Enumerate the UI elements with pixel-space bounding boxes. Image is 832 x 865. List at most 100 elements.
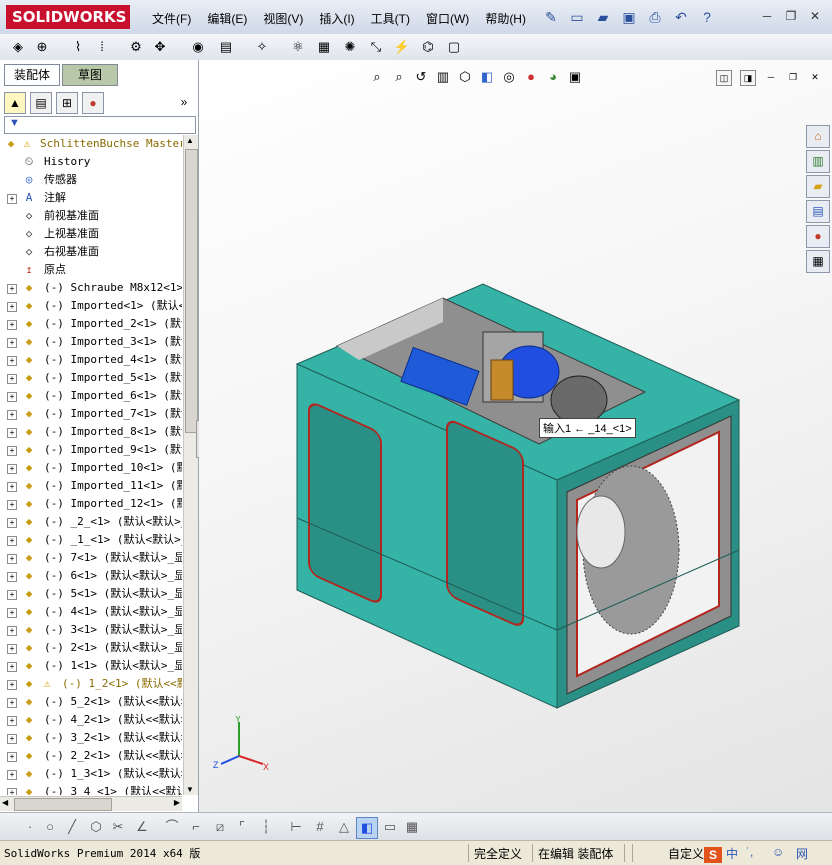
angle-icon[interactable]: ∠ bbox=[132, 817, 152, 837]
component-pattern-icon[interactable]: ⁞ bbox=[92, 37, 112, 57]
tree-item[interactable]: + ◆ (-) 3<1> (默认<默认>_显 bbox=[0, 621, 182, 639]
configurationmanager-tab-icon[interactable]: ⊞ bbox=[56, 92, 78, 114]
menu-edit[interactable]: 编辑(E) bbox=[199, 9, 255, 29]
relation-icon[interactable]: △ bbox=[334, 817, 354, 837]
menu-tools[interactable]: 工具(T) bbox=[363, 9, 418, 29]
tree-item[interactable]: ⏲ History bbox=[0, 153, 182, 171]
ime-icon[interactable]: S bbox=[704, 847, 722, 863]
tab-sketch[interactable]: 草图 bbox=[62, 64, 118, 86]
menu-view[interactable]: 视图(V) bbox=[255, 9, 311, 29]
ime-web-icon[interactable]: 网 bbox=[796, 845, 808, 862]
tree-item[interactable]: + ◆ (-) 3_2<1> (默认<<默认> bbox=[0, 729, 182, 747]
tree-item[interactable]: + ◆ (-) Schraube M8x12<1> ( bbox=[0, 279, 182, 297]
pin-icon[interactable]: ✎ bbox=[540, 8, 562, 26]
expand-toggle-icon[interactable]: + bbox=[7, 500, 17, 510]
expand-panel-icon[interactable]: » bbox=[174, 92, 194, 112]
fillet-icon[interactable]: ⌒ bbox=[162, 817, 182, 837]
tree-item[interactable]: + ◆ (-) Imported_2<1> (默认 bbox=[0, 315, 182, 333]
tree-item[interactable]: + ◆ (-) Imported<1> (默认<< bbox=[0, 297, 182, 315]
expand-toggle-icon[interactable]: + bbox=[7, 698, 17, 708]
tree-item[interactable]: + ◆ (-) 6<1> (默认<默认>_显 bbox=[0, 567, 182, 585]
tree-item[interactable]: + ◆ (-) 2_2<1> (默认<<默认> bbox=[0, 747, 182, 765]
tree-item[interactable]: + ◆ (-) _2_<1> (默认<默认>_ bbox=[0, 513, 182, 531]
expand-toggle-icon[interactable]: + bbox=[7, 320, 17, 330]
expand-toggle-icon[interactable]: + bbox=[7, 428, 17, 438]
expand-toggle-icon[interactable]: + bbox=[7, 482, 17, 492]
expand-toggle-icon[interactable]: + bbox=[7, 410, 17, 420]
mate-callout[interactable]: 输入1 ← _14_<1> bbox=[539, 418, 636, 438]
tree-item[interactable]: + ◆ (-) Imported_3<1> (默认 bbox=[0, 333, 182, 351]
bill-of-materials-icon[interactable]: ▦ bbox=[314, 37, 334, 57]
undo-icon[interactable]: ↶ bbox=[670, 8, 692, 26]
expand-toggle-icon[interactable]: + bbox=[7, 608, 17, 618]
scroll-thumb[interactable] bbox=[185, 149, 198, 433]
centerline-icon[interactable]: ┆ bbox=[256, 817, 276, 837]
chamfer-icon[interactable]: ⌐ bbox=[186, 817, 206, 837]
circle-icon[interactable]: ○ bbox=[40, 817, 60, 837]
units-status[interactable]: 自定义 bbox=[668, 845, 704, 862]
ime-emoji-icon[interactable]: ☺ bbox=[772, 845, 784, 859]
tree-item[interactable]: ◎ 传感器 bbox=[0, 171, 182, 189]
hscroll-thumb[interactable] bbox=[14, 798, 112, 811]
expand-toggle-icon[interactable]: + bbox=[7, 752, 17, 762]
scroll-right-icon[interactable]: ▶ bbox=[174, 798, 180, 807]
explode-line-sketch-icon[interactable]: ⤡ bbox=[366, 37, 386, 57]
tree-item[interactable]: + ◆ (-) Imported_8<1> (默认 bbox=[0, 423, 182, 441]
restore-icon[interactable]: ❐ bbox=[782, 8, 800, 24]
edit-component-icon[interactable]: ◈ bbox=[8, 37, 28, 57]
tree-item[interactable]: + ◆ (-) 5_2<1> (默认<<默认> bbox=[0, 693, 182, 711]
tree-item[interactable]: + ◆ (-) 2<1> (默认<默认>_显 bbox=[0, 639, 182, 657]
tree-item[interactable]: + ◆ (-) _1_<1> (默认<默认>_ bbox=[0, 531, 182, 549]
solidworks-logo[interactable]: SOLIDWORKS bbox=[6, 5, 130, 29]
expand-toggle-icon[interactable]: + bbox=[7, 554, 17, 564]
new-document-icon[interactable]: ▭ bbox=[566, 8, 588, 26]
offset-icon[interactable]: ⧄ bbox=[210, 817, 230, 837]
tree-vertical-scrollbar[interactable]: ▲ ▼ bbox=[183, 135, 198, 795]
new-motion-study-icon[interactable]: ⚛ bbox=[288, 37, 308, 57]
tree-item[interactable]: + ◆ (-) 7<1> (默认<默认>_显 bbox=[0, 549, 182, 567]
expand-toggle-icon[interactable]: + bbox=[7, 788, 17, 795]
tree-item[interactable]: + ◆ ⚠ (-) 1_2<1> (默认<<默 bbox=[0, 675, 182, 693]
expand-toggle-icon[interactable]: + bbox=[7, 662, 17, 672]
tree-item[interactable]: + ◆ (-) Imported_9<1> (默认 bbox=[0, 441, 182, 459]
expand-toggle-icon[interactable]: + bbox=[7, 590, 17, 600]
line-icon[interactable]: ╱ bbox=[62, 817, 82, 837]
expand-toggle-icon[interactable]: + bbox=[7, 716, 17, 726]
menu-window[interactable]: 窗口(W) bbox=[418, 9, 477, 29]
tree-item[interactable]: + ◆ (-) 5<1> (默认<默认>_显 bbox=[0, 585, 182, 603]
expand-toggle-icon[interactable]: + bbox=[7, 356, 17, 366]
exploded-view-icon[interactable]: ✺ bbox=[340, 37, 360, 57]
ime-mode-icon[interactable]: 中 bbox=[726, 845, 738, 862]
insert-component-icon[interactable]: ⊕ bbox=[32, 37, 52, 57]
trim-icon[interactable]: ✂ bbox=[108, 817, 128, 837]
tree-item[interactable]: + ◆ (-) Imported_12<1> (默认 bbox=[0, 495, 182, 513]
interference-detection-icon[interactable]: ⚡ bbox=[392, 37, 412, 57]
tab-assembly[interactable]: 装配体 bbox=[4, 64, 60, 86]
expand-toggle-icon[interactable]: + bbox=[7, 194, 17, 204]
dimension-icon[interactable]: ⊢ bbox=[286, 817, 306, 837]
mate-icon[interactable]: ⌇ bbox=[68, 37, 88, 57]
graphics-area[interactable]: ⌕ ⌕ ↺ ▥ ⬡ ◧ ◎ ● ◕ ▣ ◫ ◨ ─ ❐ ✕ ⌂ ▥ ▰ ▤ ● … bbox=[199, 60, 832, 812]
open-folder-icon[interactable]: ▰ bbox=[592, 8, 614, 26]
displaymanager-tab-icon[interactable]: ● bbox=[82, 92, 104, 114]
expand-toggle-icon[interactable]: + bbox=[7, 392, 17, 402]
table-icon[interactable]: ▦ bbox=[402, 817, 422, 837]
expand-toggle-icon[interactable]: + bbox=[7, 770, 17, 780]
expand-toggle-icon[interactable]: + bbox=[7, 464, 17, 474]
expand-toggle-icon[interactable]: + bbox=[7, 626, 17, 636]
tree-item[interactable]: + ◆ (-) Imported_7<1> (默认 bbox=[0, 405, 182, 423]
tree-item[interactable]: + ◆ (-) 3_4_<1> (默认<<默认 bbox=[0, 783, 182, 795]
close-icon[interactable]: ✕ bbox=[806, 8, 824, 24]
expand-toggle-icon[interactable]: + bbox=[7, 518, 17, 528]
construction-icon[interactable]: ⌜ bbox=[232, 817, 252, 837]
3d-box-icon[interactable]: ◧ bbox=[356, 817, 378, 839]
layout-icon[interactable]: ▭ bbox=[380, 817, 400, 837]
save-icon[interactable]: ▣ bbox=[618, 8, 640, 26]
help-icon[interactable]: ? bbox=[696, 8, 718, 26]
expand-toggle-icon[interactable]: + bbox=[7, 734, 17, 744]
scroll-up-icon[interactable]: ▲ bbox=[186, 136, 194, 145]
clearance-verification-icon[interactable]: ⌬ bbox=[418, 37, 438, 57]
assembly-features-icon[interactable]: ▤ bbox=[216, 37, 236, 57]
tree-item[interactable]: + ◆ (-) Imported_4<1> (默认 bbox=[0, 351, 182, 369]
tree-item[interactable]: ◇ 右视基准面 bbox=[0, 243, 182, 261]
